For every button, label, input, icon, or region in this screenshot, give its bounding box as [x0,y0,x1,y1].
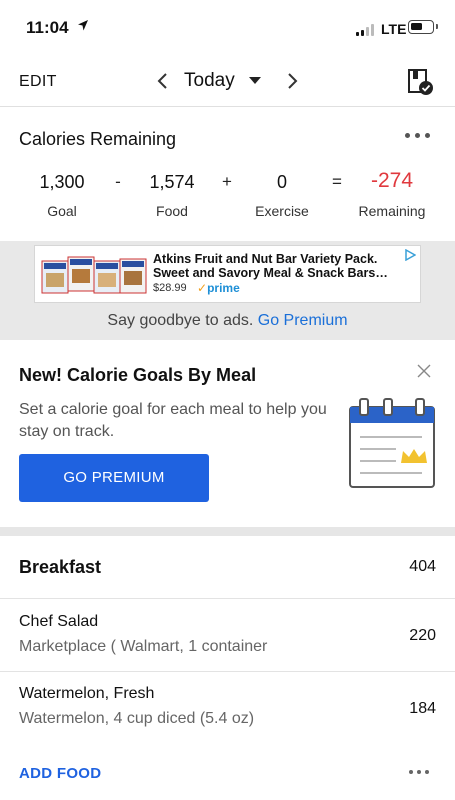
food-label: Food [156,203,188,219]
food-calories: 220 [409,627,436,644]
remaining-label: Remaining [358,203,426,219]
section-divider [0,527,455,536]
prime-badge: ✓prime [197,281,240,295]
food-description: Marketplace ( Walmart, 1 container [19,638,268,655]
ad-section: Atkins Fruit and Nut Bar Variety Pack. S… [0,241,455,340]
more-options-icon[interactable] [403,130,433,140]
add-food-button[interactable]: ADD FOOD [19,765,101,782]
ad-choices-icon[interactable] [404,249,416,261]
food-calories: 184 [409,700,436,717]
promo-title: New! Calorie Goals By Meal [19,365,257,385]
product-image [41,256,147,294]
food-row[interactable]: Watermelon, Fresh Watermelon, 4 cup dice… [0,672,455,744]
exercise-value: 0 [276,172,287,192]
ad-title: Atkins Fruit and Nut Bar Variety Pack. [153,252,378,266]
caret-down-icon[interactable] [249,77,261,84]
promo-description: Set a calorie goal for each meal to help… [19,401,327,440]
go-premium-link[interactable]: Go Premium [258,312,348,329]
calories-remaining-title: Calories Remaining [19,129,177,149]
food-value: 1,574 [149,172,195,192]
ad-footer-text: Say goodbye to ads. [107,312,254,329]
food-name: Watermelon, Fresh [19,685,155,702]
goal-label: Goal [47,203,77,219]
prime-label: prime [207,281,240,295]
exercise-label: Exercise [255,203,309,219]
status-bar: 11:04 LTE [0,0,455,56]
go-premium-button[interactable]: GO PREMIUM [19,454,209,502]
close-icon[interactable] [417,364,431,378]
ad-subtitle: Sweet and Savory Meal & Snack Bars… [153,266,388,280]
prime-check-icon: ✓ [197,281,208,295]
network-type: LTE [381,21,407,37]
meal-name: Breakfast [19,557,102,577]
goal-value: 1,300 [39,172,85,192]
remaining-value: -274 [370,169,414,192]
ad-price: $28.99 [153,282,187,294]
food-name: Chef Salad [19,613,99,630]
battery-icon [408,20,438,34]
food-row[interactable]: Chef Salad Marketplace ( Walmart, 1 cont… [0,600,455,672]
nav-bar: EDIT Today [0,56,455,107]
ad-banner[interactable]: Atkins Fruit and Nut Bar Variety Pack. S… [34,245,421,303]
status-time: 11:04 [26,18,69,37]
calendar-crown-icon [349,398,435,488]
edit-button[interactable]: EDIT [19,73,57,91]
calories-remaining-card: Calories Remaining 1,300 Goal - 1,574 Fo… [0,108,455,241]
cellular-signal-icon [356,24,378,36]
food-description: Watermelon, 4 cup diced (5.4 oz) [19,710,255,727]
breakfast-header[interactable]: Breakfast 404 [0,536,455,599]
meal-more-options-icon[interactable] [409,770,431,776]
ad-footer: Say goodbye to ads. Go Premium [0,312,455,330]
date-title[interactable]: Today [184,70,235,92]
calorie-goals-promo: New! Calorie Goals By Meal Set a calorie… [0,340,455,527]
chevron-left-icon[interactable] [155,72,171,90]
diary-complete-icon[interactable] [406,68,434,96]
location-arrow-icon [78,20,88,31]
chevron-right-icon[interactable] [284,72,300,90]
meal-calories: 404 [409,558,436,575]
